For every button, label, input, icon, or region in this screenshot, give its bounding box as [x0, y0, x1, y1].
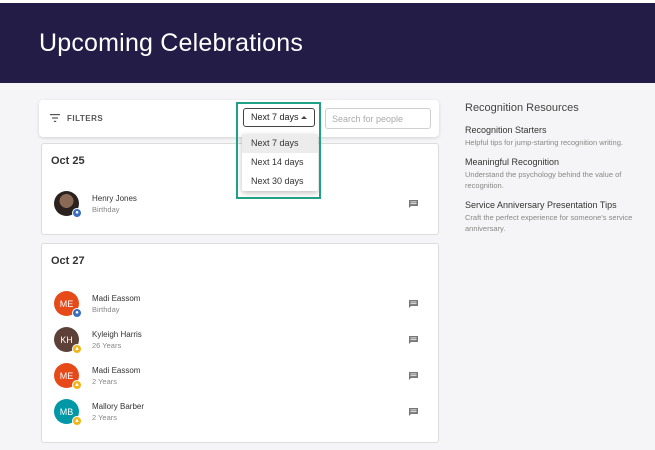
comment-icon[interactable] [409, 300, 418, 308]
person-name: Kyleigh Harris [92, 330, 142, 339]
person-name: Henry Jones [92, 194, 137, 203]
person-name: Madi Eassom [92, 294, 141, 303]
caret-up-icon [301, 116, 307, 119]
resource-description: Craft the perfect experience for someone… [465, 213, 633, 233]
trophy-icon: ▲ [72, 416, 82, 426]
card-date: Oct 27 [51, 255, 85, 267]
celebration-type: 26 Years [92, 341, 122, 350]
celebration-type: Birthday [92, 205, 120, 214]
filter-icon [50, 114, 60, 122]
trophy-icon: ▲ [72, 380, 82, 390]
menu-item-next-7-days[interactable]: Next 7 days [242, 134, 318, 153]
resources-title: Recognition Resources [465, 102, 579, 114]
search-input[interactable] [325, 108, 431, 129]
comment-icon[interactable] [409, 408, 418, 416]
celebration-card: Oct 27 ME ● Madi Eassom Birthday KH ▲ Ky… [41, 243, 439, 443]
list-item[interactable]: ● Henry Jones Birthday [54, 191, 426, 219]
trophy-icon: ▲ [72, 344, 82, 354]
resource-link-meaningful-recognition[interactable]: Meaningful Recognition [465, 157, 645, 167]
comment-icon[interactable] [409, 372, 418, 380]
menu-item-next-30-days[interactable]: Next 30 days [242, 172, 318, 191]
resource-link-service-anniversary-tips[interactable]: Service Anniversary Presentation Tips [465, 200, 645, 210]
recognition-resources-panel: Recognition Resources Recognition Starte… [465, 102, 645, 233]
filters-label: FILTERS [67, 113, 104, 123]
date-range-value: Next 7 days [251, 112, 299, 122]
person-name: Madi Eassom [92, 366, 141, 375]
resource-description: Helpful tips for jump-starting recogniti… [465, 138, 623, 147]
comment-icon[interactable] [409, 336, 418, 344]
resource-item: Service Anniversary Presentation Tips Cr… [465, 200, 645, 234]
celebration-card: Oct 25 ● Henry Jones Birthday [41, 143, 439, 235]
list-item[interactable]: ME ● Madi Eassom Birthday [54, 291, 426, 319]
list-item[interactable]: MB ▲ Mallory Barber 2 Years [54, 399, 426, 427]
list-item[interactable]: ME ▲ Madi Eassom 2 Years [54, 363, 426, 391]
comment-icon[interactable] [409, 200, 418, 208]
page-header: Upcoming Celebrations [0, 3, 655, 83]
cake-icon: ● [72, 208, 82, 218]
date-range-select[interactable]: Next 7 days [243, 108, 315, 127]
menu-item-next-14-days[interactable]: Next 14 days [242, 153, 318, 172]
resource-item: Meaningful Recognition Understand the ps… [465, 157, 645, 191]
celebration-type: Birthday [92, 305, 120, 314]
filter-bar: FILTERS Next 7 days [39, 100, 439, 137]
date-range-menu: Next 7 days Next 14 days Next 30 days [242, 134, 318, 191]
resource-description: Understand the psychology behind the val… [465, 170, 622, 190]
page-title: Upcoming Celebrations [39, 29, 304, 57]
person-name: Mallory Barber [92, 402, 145, 411]
filters-button[interactable]: FILTERS [50, 111, 103, 125]
card-date: Oct 25 [51, 155, 85, 167]
celebration-type: 2 Years [92, 377, 118, 386]
resource-item: Recognition Starters Helpful tips for ju… [465, 125, 645, 148]
cake-icon: ● [72, 308, 82, 318]
celebration-type: 2 Years [92, 413, 118, 422]
resource-link-recognition-starters[interactable]: Recognition Starters [465, 125, 645, 135]
list-item[interactable]: KH ▲ Kyleigh Harris 26 Years [54, 327, 426, 355]
